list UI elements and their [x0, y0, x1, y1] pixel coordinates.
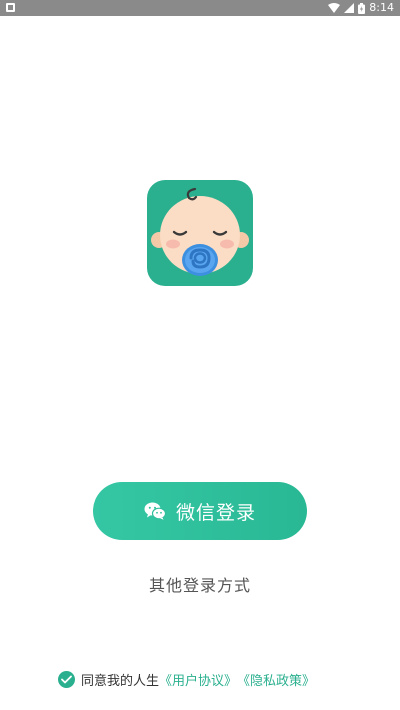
- user-agreement-link[interactable]: 《用户协议》: [159, 670, 237, 689]
- wechat-icon: [144, 502, 166, 520]
- login-screen: 8:14 微信登录 其他登录方式 同意我的人生 《用户协议》 《隐私政策》: [0, 0, 400, 710]
- app-logo: [147, 180, 253, 286]
- agree-checkbox[interactable]: [58, 670, 75, 688]
- wechat-login-label: 微信登录: [175, 501, 256, 524]
- app-notification-icon: [6, 3, 15, 12]
- signal-icon: [344, 3, 355, 13]
- agreement-prefix: 同意我的人生: [81, 673, 160, 689]
- baby-with-pacifier-logo: [151, 187, 249, 276]
- battery-icon: [358, 2, 366, 14]
- wifi-icon: [328, 3, 341, 13]
- agreement-row: 同意我的人生 《用户协议》 《隐私政策》: [58, 668, 315, 690]
- wechat-login-button[interactable]: 微信登录: [93, 482, 307, 540]
- privacy-policy-link[interactable]: 《隐私政策》: [237, 670, 315, 689]
- status-time: 8:14: [369, 1, 394, 14]
- checkmark-icon: [61, 675, 72, 683]
- other-login-methods-link[interactable]: 其他登录方式: [0, 572, 400, 596]
- status-bar-right: 8:14: [328, 0, 394, 16]
- status-bar: 8:14: [0, 0, 400, 16]
